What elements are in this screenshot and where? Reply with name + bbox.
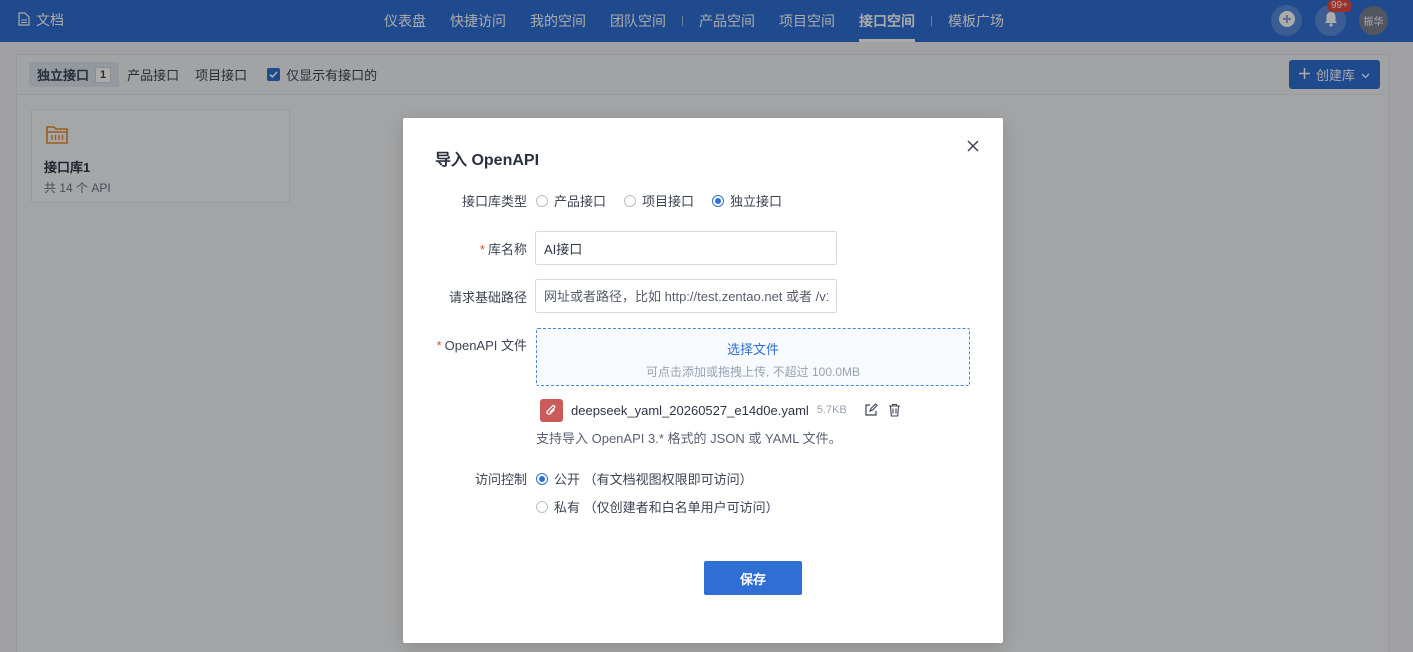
- radio-label: 公开 （有文档视图权限即可访问）: [554, 472, 753, 487]
- lib-name-input[interactable]: [535, 231, 837, 265]
- radio-label: 私有 （仅创建者和白名单用户可访问）: [554, 500, 779, 515]
- radio-label: 产品接口: [554, 194, 607, 209]
- required-mark: *: [479, 242, 485, 257]
- lib-name-label: * 库名称: [480, 239, 527, 258]
- lib-type-independent-radio[interactable]: 独立接口: [712, 191, 782, 210]
- file-size: 5.7KB: [816, 404, 847, 416]
- lib-type-label: 接口库类型: [461, 194, 527, 209]
- file-upload-zone[interactable]: 选择文件 可点击添加或拖拽上传, 不超过 100.0MB: [536, 328, 970, 386]
- radio-on-icon: [712, 194, 724, 207]
- paperclip-icon: [540, 398, 563, 422]
- openapi-file-label-text: OpenAPI 文件: [444, 338, 527, 353]
- required-mark: *: [436, 338, 442, 353]
- file-name: deepseek_yaml_20260527_e14d0e.yaml: [571, 402, 809, 418]
- lib-type-project-radio[interactable]: 项目接口: [624, 191, 694, 210]
- access-public-radio[interactable]: 公开 （有文档视图权限即可访问）: [536, 469, 753, 488]
- save-button[interactable]: 保存: [704, 561, 802, 595]
- trash-icon[interactable]: [887, 402, 903, 418]
- dialog-title: 导入 OpenAPI: [435, 152, 540, 169]
- radio-label: 独立接口: [730, 194, 783, 209]
- lib-type-product-radio[interactable]: 产品接口: [536, 191, 606, 210]
- base-path-label: 请求基础路径: [448, 290, 527, 305]
- radio-off-icon: [624, 194, 636, 207]
- lib-name-label-text: 库名称: [487, 242, 527, 257]
- format-support-hint: 支持导入 OpenAPI 3.* 格式的 JSON 或 YAML 文件。: [536, 431, 842, 446]
- upload-hint: 可点击添加或拖拽上传, 不超过 100.0MB: [645, 365, 861, 379]
- uploaded-file-row: deepseek_yaml_20260527_e14d0e.yaml 5.7KB: [540, 398, 911, 422]
- openapi-file-label: * OpenAPI 文件: [437, 335, 527, 354]
- radio-on-icon: [536, 472, 548, 485]
- radio-off-icon: [536, 194, 548, 207]
- access-control-label: 访问控制: [474, 472, 527, 487]
- base-path-input[interactable]: [535, 279, 837, 313]
- access-private-radio[interactable]: 私有 （仅创建者和白名单用户可访问）: [536, 497, 779, 516]
- radio-label: 项目接口: [642, 194, 695, 209]
- choose-file-link[interactable]: 选择文件: [537, 339, 969, 358]
- edit-icon[interactable]: [863, 402, 879, 418]
- radio-off-icon: [536, 500, 548, 513]
- close-icon[interactable]: [965, 138, 981, 154]
- import-openapi-dialog: 导入 OpenAPI 接口库类型 产品接口 项目接口 独立接口 *库名称 请求基…: [403, 118, 1003, 643]
